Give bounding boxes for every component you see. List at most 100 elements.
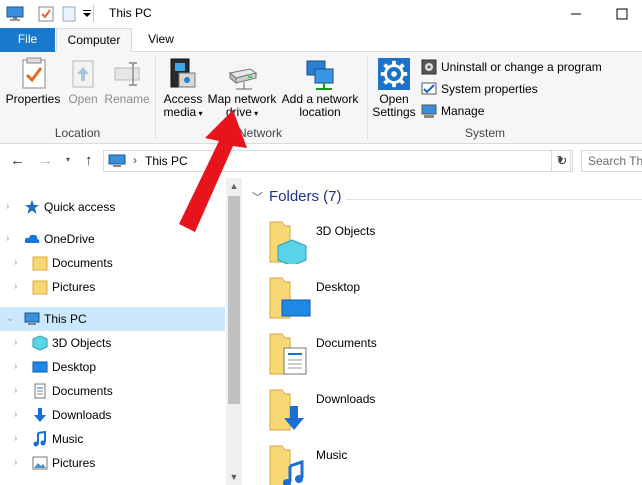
properties-quick-icon[interactable] <box>38 6 54 22</box>
expand-arrow-icon[interactable]: ⌄ <box>6 307 14 331</box>
up-arrow-icon[interactable]: ↑ <box>85 152 93 169</box>
red-annotation-arrow <box>179 110 247 232</box>
documents-icon <box>34 383 46 399</box>
group-separator <box>155 56 156 140</box>
quick-access-toolbar-dropdown-icon[interactable] <box>82 10 92 18</box>
expand-arrow-icon[interactable]: › <box>6 227 9 251</box>
titlebar-separator <box>93 5 94 22</box>
manage-icon <box>421 104 437 118</box>
back-arrow-icon[interactable]: ← <box>10 152 25 169</box>
manage-label: Manage <box>441 104 485 118</box>
expand-arrow-icon[interactable]: › <box>14 331 17 355</box>
nav-tree-label: Desktop <box>52 360 97 374</box>
tab-file[interactable]: File <box>0 28 55 52</box>
add-network-location-button[interactable]: Add a network location <box>280 57 360 119</box>
breadcrumb-chevron-icon[interactable]: › <box>133 153 137 167</box>
nav-tree-label: 3D Objects <box>52 336 112 350</box>
nav-tree-label: OneDrive <box>44 232 95 246</box>
system-properties-button[interactable]: System properties <box>421 79 538 99</box>
nav-tree-item[interactable]: › Documents <box>0 251 225 275</box>
folder-label: Documents <box>316 336 377 350</box>
nav-tree-item[interactable]: › Music <box>0 427 225 451</box>
group-separator <box>367 56 368 140</box>
add-network-location-label-line1: Add a network <box>281 92 359 106</box>
nav-tree-label: Pictures <box>52 280 96 294</box>
nav-tree-item[interactable]: › Downloads <box>0 403 225 427</box>
uninstall-program-button[interactable]: Uninstall or change a program <box>421 57 602 77</box>
expand-arrow-icon[interactable]: › <box>14 275 17 299</box>
open-icon <box>72 60 94 88</box>
expand-arrow-icon[interactable]: › <box>14 427 17 451</box>
collapse-chevron-icon[interactable]: ﹀ <box>252 192 263 204</box>
folder-item[interactable]: Downloads <box>268 386 568 436</box>
expand-arrow-icon[interactable]: › <box>14 379 17 403</box>
minimize-icon[interactable] <box>566 4 586 24</box>
window-title: This PC <box>109 6 152 20</box>
desktop-icon <box>32 361 48 373</box>
folder-label: Downloads <box>316 392 376 406</box>
desktop-folder-icon <box>269 277 311 319</box>
folder-item[interactable]: Music <box>268 442 568 485</box>
expand-arrow-icon[interactable]: › <box>14 403 17 427</box>
nav-tree-label: This PC <box>44 312 87 326</box>
forward-arrow-icon[interactable]: → <box>38 152 53 169</box>
location-group-label: Location <box>54 126 101 140</box>
open-button[interactable]: Open <box>64 57 102 106</box>
add-network-location-icon <box>306 60 334 90</box>
music-icon <box>33 431 46 447</box>
maximize-icon[interactable] <box>612 4 632 24</box>
rename-label: Rename <box>104 92 150 106</box>
folder-item[interactable]: 3D Objects <box>268 218 568 268</box>
this-pc-address-icon <box>108 154 126 167</box>
ribbon: Properties Open Rename Location Access m… <box>0 52 642 144</box>
folder-label: Desktop <box>316 280 361 294</box>
open-settings-label-line2: Settings <box>372 105 416 119</box>
properties-label: Properties <box>5 92 61 106</box>
folder-item[interactable]: Desktop <box>268 274 568 324</box>
tab-computer[interactable]: Computer <box>56 28 132 53</box>
star-icon <box>25 200 39 214</box>
uninstall-program-label: Uninstall or change a program <box>441 60 602 74</box>
computer-icon <box>24 312 40 325</box>
expand-arrow-icon[interactable]: › <box>6 195 9 219</box>
folder-item[interactable]: Documents <box>268 330 568 380</box>
recent-locations-chevron-icon[interactable]: ▾ <box>66 155 70 164</box>
open-settings-label-line1: Open <box>379 92 409 106</box>
3d-objects-folder-icon <box>269 221 307 264</box>
tab-view[interactable]: View <box>140 28 182 52</box>
expand-arrow-icon[interactable]: › <box>14 251 17 275</box>
section-divider <box>346 199 642 200</box>
expand-arrow-icon[interactable]: › <box>14 355 17 379</box>
content-pane: ﹀ Folders (7) 3D Objects Desktop Documents D… <box>242 178 642 485</box>
nav-tree-item[interactable]: › Documents <box>0 379 225 403</box>
search-input[interactable]: Search Thi <box>581 150 642 172</box>
add-network-location-label-line2: location <box>299 105 341 119</box>
manage-button[interactable]: Manage <box>421 101 484 121</box>
scroll-down-icon[interactable]: ▼ <box>226 469 242 485</box>
folder-icon <box>32 280 48 295</box>
new-folder-quick-icon[interactable] <box>62 6 76 22</box>
address-bar[interactable]: › This PC ▼ <box>103 150 571 172</box>
rename-icon <box>114 62 140 86</box>
properties-icon <box>22 57 46 89</box>
nav-tree-item[interactable]: › Pictures <box>0 275 225 299</box>
nav-tree-item[interactable]: › 3D Objects <box>0 331 225 355</box>
3d-objects-icon <box>32 335 48 351</box>
folder-label: 3D Objects <box>316 224 376 238</box>
open-label: Open <box>68 92 98 106</box>
title-bar: This PC <box>0 0 642 28</box>
open-settings-button[interactable]: Open Settings <box>371 57 417 119</box>
refresh-icon[interactable]: ↻ <box>551 150 573 172</box>
nav-tree-item[interactable]: ⌄ This PC <box>0 307 225 331</box>
folders-section-header[interactable]: ﹀ Folders (7) <box>252 188 342 205</box>
properties-button[interactable]: Properties <box>5 57 61 106</box>
pictures-icon <box>32 456 48 470</box>
nav-tree-item[interactable]: › Desktop <box>0 355 225 379</box>
downloads-icon <box>34 408 46 422</box>
ribbon-tabs: File Computer View <box>0 28 642 53</box>
map-network-drive-icon <box>228 68 258 90</box>
nav-tree-item[interactable]: › Pictures <box>0 451 225 475</box>
music-folder-icon <box>269 445 304 485</box>
expand-arrow-icon[interactable]: › <box>14 451 17 475</box>
rename-button[interactable]: Rename <box>104 57 150 106</box>
